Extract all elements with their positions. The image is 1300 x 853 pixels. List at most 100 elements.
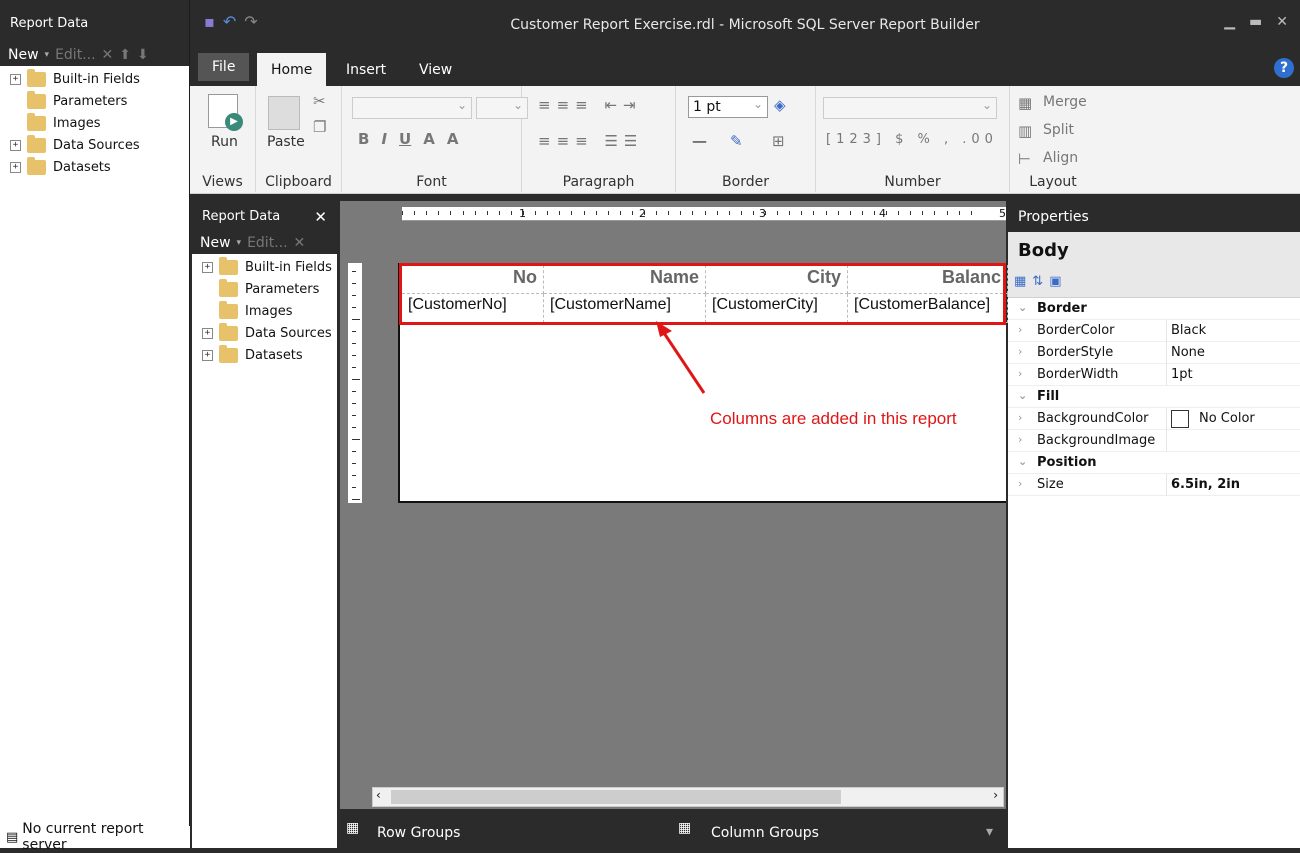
expand-icon[interactable]: › xyxy=(1018,477,1022,490)
paste-button[interactable]: Paste xyxy=(267,134,305,150)
close-icon[interactable]: ✕ xyxy=(1276,14,1288,30)
tab-home[interactable]: Home xyxy=(257,53,327,86)
property-row[interactable]: › Size 6.5in, 2in xyxy=(1008,473,1300,496)
bold-icon[interactable]: B xyxy=(358,130,369,148)
number-format-select[interactable] xyxy=(823,97,997,119)
ruler-tick xyxy=(801,211,803,215)
property-value[interactable]: 6.5in, 2in xyxy=(1166,473,1300,496)
tree-item[interactable]: Parameters xyxy=(0,90,189,112)
font-size-select[interactable] xyxy=(476,97,528,119)
expand-icon[interactable]: › xyxy=(1018,411,1022,424)
halign-icons[interactable]: ≡≡≡ ☰☰ xyxy=(538,132,643,150)
column-groups-label[interactable]: Column Groups xyxy=(711,825,819,841)
underline-icon[interactable]: U xyxy=(399,130,411,148)
property-pages-icon[interactable]: ▣ xyxy=(1049,274,1061,293)
minimize-icon[interactable]: ▁ xyxy=(1224,14,1235,30)
tab-insert[interactable]: Insert xyxy=(332,53,400,86)
scroll-thumb[interactable] xyxy=(391,790,841,804)
property-row[interactable]: › BorderColor Black xyxy=(1008,319,1300,342)
row-groups-label[interactable]: Row Groups xyxy=(377,825,460,841)
italic-icon[interactable]: I xyxy=(381,130,387,148)
borders-icon[interactable]: ⊞ xyxy=(772,132,785,150)
expand-icon[interactable]: › xyxy=(1018,345,1022,358)
property-value[interactable] xyxy=(1166,429,1300,452)
expand-icon[interactable]: › xyxy=(1018,367,1022,380)
property-row[interactable]: › BorderStyle None xyxy=(1008,341,1300,364)
scroll-right-icon[interactable]: › xyxy=(993,788,998,802)
run-icon[interactable]: ▶ xyxy=(208,94,243,131)
expand-icon[interactable]: + xyxy=(202,327,213,339)
ruler-tick xyxy=(849,211,851,215)
valign-icons[interactable]: ≡≡≡ ⇤⇥ xyxy=(538,96,642,114)
run-button[interactable]: Run xyxy=(211,134,238,150)
tree-item[interactable]: + Datasets xyxy=(0,156,189,178)
copy-icon[interactable]: ❐ xyxy=(313,118,326,136)
tree-item[interactable]: + Built-in Fields xyxy=(192,256,337,278)
tree-item[interactable]: Images xyxy=(192,300,337,322)
collapse-icon[interactable]: ⌄ xyxy=(1018,301,1027,314)
maximize-icon[interactable]: ▬ xyxy=(1249,14,1262,30)
expand-icon[interactable]: › xyxy=(1018,323,1022,336)
new-button[interactable]: New xyxy=(8,47,39,63)
property-category[interactable]: ⌄ Fill xyxy=(1008,386,1300,408)
paste-icon[interactable] xyxy=(268,96,300,130)
grow-font-icon[interactable]: A xyxy=(447,130,459,148)
tab-view[interactable]: View xyxy=(405,53,466,86)
property-value[interactable]: None xyxy=(1166,341,1300,364)
horizontal-scrollbar[interactable]: ‹ › xyxy=(372,787,1004,807)
property-row[interactable]: › BorderWidth 1pt xyxy=(1008,363,1300,386)
property-value[interactable]: No Color xyxy=(1166,407,1300,430)
expand-icon[interactable]: › xyxy=(1018,433,1022,446)
dropdown-icon[interactable]: ▾ xyxy=(45,50,50,60)
folder-icon xyxy=(219,256,238,275)
tree-item[interactable]: Images xyxy=(0,112,189,134)
expand-icon[interactable]: + xyxy=(202,261,213,273)
cut-icon[interactable]: ✂ xyxy=(313,92,326,110)
tree-item[interactable]: Parameters xyxy=(192,278,337,300)
font-color-icon[interactable]: A xyxy=(423,130,435,148)
split-button[interactable]: Split xyxy=(1043,122,1074,138)
alphabetical-icon[interactable]: ⇅ xyxy=(1032,274,1043,293)
design-surface[interactable]: 12345 No Name City Balanc [CustomerNo] [… xyxy=(340,201,1008,809)
tree-item[interactable]: + Data Sources xyxy=(0,134,189,156)
fill-color-icon[interactable]: ◈ xyxy=(774,96,786,114)
move-up-icon[interactable]: ⬆ xyxy=(119,47,131,63)
number-format-icons[interactable]: [123] $ % , .00 xyxy=(826,132,998,147)
property-category[interactable]: ⌄ Position xyxy=(1008,452,1300,474)
property-row[interactable]: › BackgroundImage xyxy=(1008,429,1300,452)
delete-icon[interactable]: ✕ xyxy=(294,235,306,251)
border-width-select[interactable]: 1 pt xyxy=(688,96,768,118)
collapse-icon[interactable]: ⌄ xyxy=(1018,455,1027,468)
dropdown-icon[interactable]: ▾ xyxy=(237,238,242,248)
font-family-select[interactable] xyxy=(352,97,472,119)
ruler-tick xyxy=(426,211,428,215)
panel-toolbar: New ▾ Edit... ✕ xyxy=(192,232,337,254)
tree-item[interactable]: + Datasets xyxy=(192,344,337,366)
new-button[interactable]: New xyxy=(200,235,231,251)
tree-item[interactable]: + Built-in Fields xyxy=(0,68,189,90)
border-color-icon[interactable]: ✎ xyxy=(730,132,743,150)
property-row[interactable]: › BackgroundColor No Color xyxy=(1008,407,1300,430)
close-panel-icon[interactable]: ✕ xyxy=(314,208,327,226)
expand-icon[interactable]: + xyxy=(10,139,21,151)
property-category[interactable]: ⌄ Border xyxy=(1008,298,1300,320)
property-value[interactable]: 1pt xyxy=(1166,363,1300,386)
merge-button[interactable]: Merge xyxy=(1043,94,1087,110)
expand-icon[interactable]: + xyxy=(10,161,21,173)
scroll-left-icon[interactable]: ‹ xyxy=(376,788,381,802)
move-down-icon[interactable]: ⬇ xyxy=(137,47,149,63)
edit-button[interactable]: Edit... xyxy=(55,47,95,63)
tree-item[interactable]: + Data Sources xyxy=(192,322,337,344)
chevron-down-icon[interactable]: ▾ xyxy=(986,824,993,840)
tab-file[interactable]: File xyxy=(198,53,250,81)
expand-icon[interactable]: + xyxy=(202,349,213,361)
categorized-icon[interactable]: ▦ xyxy=(1014,274,1026,293)
delete-icon[interactable]: ✕ xyxy=(102,47,114,63)
edit-button[interactable]: Edit... xyxy=(247,235,287,251)
help-icon[interactable]: ? xyxy=(1274,58,1294,78)
property-value[interactable]: Black xyxy=(1166,319,1300,342)
collapse-icon[interactable]: ⌄ xyxy=(1018,389,1027,402)
border-style-icon[interactable]: — xyxy=(692,132,707,150)
align-button[interactable]: Align xyxy=(1043,150,1078,166)
expand-icon[interactable]: + xyxy=(10,73,21,85)
